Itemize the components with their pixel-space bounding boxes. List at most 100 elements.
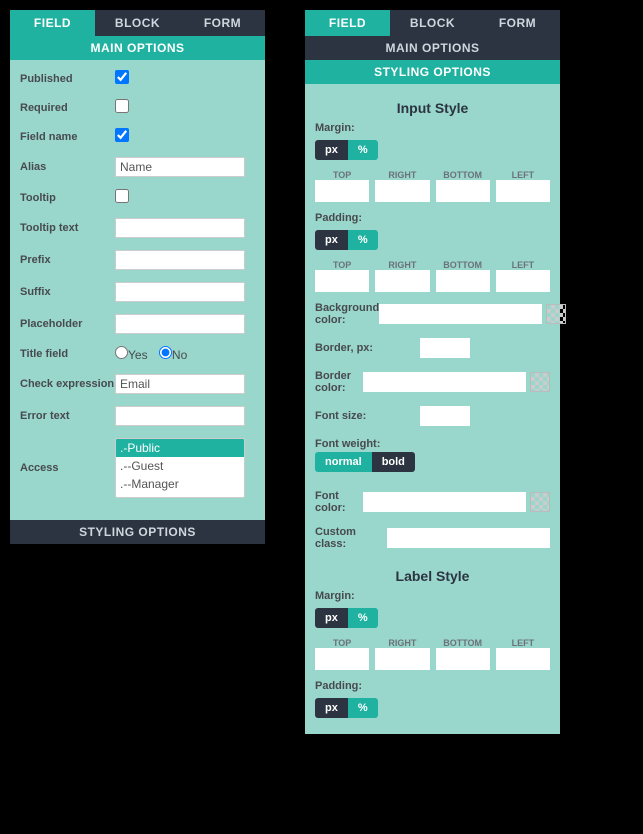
suffix-input[interactable]: [115, 282, 245, 302]
yes-label: Yes: [128, 348, 148, 362]
margin-right-input[interactable]: [375, 180, 429, 202]
tooltip-label: Tooltip: [20, 192, 115, 204]
published-label: Published: [20, 73, 115, 85]
fontsize-input[interactable]: [420, 406, 470, 426]
access-option-manager[interactable]: .--Manager: [116, 475, 244, 493]
label-padding-unit-pct[interactable]: %: [348, 698, 378, 718]
titlefield-label: Title field: [20, 348, 115, 360]
checkexpression-input[interactable]: [115, 374, 245, 394]
tooltip-checkbox[interactable]: [115, 189, 129, 203]
tab-block[interactable]: BLOCK: [95, 10, 180, 36]
required-label: Required: [20, 102, 115, 114]
tooltiptext-label: Tooltip text: [20, 222, 115, 234]
alias-label: Alias: [20, 161, 115, 173]
styling-body: Input Style Margin: px % TOP RIGHT BOTTO…: [305, 84, 560, 734]
access-option-administrator[interactable]: .---Administrator: [116, 493, 244, 498]
padding-unit-pct[interactable]: %: [348, 230, 378, 250]
main-options-collapsed[interactable]: MAIN OPTIONS: [305, 36, 560, 60]
margin-label: Margin:: [315, 122, 550, 134]
styling-options-collapsed[interactable]: STYLING OPTIONS: [10, 520, 265, 544]
bordercolor-input[interactable]: [363, 372, 526, 392]
fontweight-toggle: normal bold: [315, 452, 415, 472]
input-style-title: Input Style: [315, 94, 550, 122]
fontcolor-swatch[interactable]: [530, 492, 550, 512]
tab-block-right[interactable]: BLOCK: [390, 10, 475, 36]
errortext-input[interactable]: [115, 406, 245, 426]
margin-top-input[interactable]: [315, 180, 369, 202]
bgcolor-label: Background color:: [315, 302, 379, 326]
label-margin-unit-pct[interactable]: %: [348, 608, 378, 628]
bordercolor-swatch[interactable]: [530, 372, 550, 392]
fontcolor-input[interactable]: [363, 492, 526, 512]
margin-unit-toggle: px %: [315, 140, 378, 160]
main-options-body: Published Required Field name Alias Tool…: [10, 60, 265, 520]
no-label: No: [172, 348, 187, 362]
tab-form-right[interactable]: FORM: [475, 10, 560, 36]
margin-left-input[interactable]: [496, 180, 550, 202]
titlefield-no-radio[interactable]: [159, 346, 172, 359]
access-label: Access: [20, 462, 115, 474]
padding-unit-px[interactable]: px: [315, 230, 348, 250]
borderpx-label: Border, px:: [315, 342, 420, 354]
tab-field-right[interactable]: FIELD: [305, 10, 390, 36]
spacing-bottom-label: BOTTOM: [436, 170, 490, 180]
styling-options-header: STYLING OPTIONS: [305, 60, 560, 84]
fieldname-checkbox[interactable]: [115, 128, 129, 142]
access-listbox[interactable]: .-Public .--Guest .--Manager .---Adminis…: [115, 438, 245, 498]
checkexpression-label: Check expression: [20, 378, 115, 390]
fontweight-label: Font weight:: [315, 438, 550, 450]
tab-form[interactable]: FORM: [180, 10, 265, 36]
fontsize-label: Font size:: [315, 410, 420, 422]
margin-unit-pct[interactable]: %: [348, 140, 378, 160]
padding-right-input[interactable]: [375, 270, 429, 292]
label-margin-right-input[interactable]: [375, 648, 429, 670]
fontweight-bold[interactable]: bold: [372, 452, 415, 472]
errortext-label: Error text: [20, 410, 115, 422]
required-checkbox[interactable]: [115, 99, 129, 113]
placeholder-label: Placeholder: [20, 318, 115, 330]
padding-unit-toggle: px %: [315, 230, 378, 250]
main-options-header: MAIN OPTIONS: [10, 36, 265, 60]
padding-bottom-input[interactable]: [436, 270, 490, 292]
label-margin-label: Margin:: [315, 590, 550, 602]
access-option-public[interactable]: .-Public: [116, 439, 244, 457]
tooltiptext-input[interactable]: [115, 218, 245, 238]
prefix-label: Prefix: [20, 254, 115, 266]
prefix-input[interactable]: [115, 250, 245, 270]
label-padding-unit-px[interactable]: px: [315, 698, 348, 718]
tabs-right: FIELD BLOCK FORM: [305, 10, 560, 36]
label-padding-unit-toggle: px %: [315, 698, 378, 718]
access-option-guest[interactable]: .--Guest: [116, 457, 244, 475]
label-margin-top-input[interactable]: [315, 648, 369, 670]
label-margin-unit-px[interactable]: px: [315, 608, 348, 628]
spacing-left-label: LEFT: [496, 170, 550, 180]
customclass-label: Custom class:: [315, 526, 387, 550]
titlefield-yes-radio[interactable]: [115, 346, 128, 359]
bordercolor-label: Border color:: [315, 370, 363, 394]
bgcolor-swatch[interactable]: [546, 304, 566, 324]
published-checkbox[interactable]: [115, 70, 129, 84]
padding-top-input[interactable]: [315, 270, 369, 292]
placeholder-input[interactable]: [115, 314, 245, 334]
tab-field[interactable]: FIELD: [10, 10, 95, 36]
spacing-top-label: TOP: [315, 170, 369, 180]
fieldname-label: Field name: [20, 131, 115, 143]
alias-input[interactable]: [115, 157, 245, 177]
left-panel: FIELD BLOCK FORM MAIN OPTIONS Published …: [10, 10, 265, 824]
suffix-label: Suffix: [20, 286, 115, 298]
margin-bottom-input[interactable]: [436, 180, 490, 202]
borderpx-input[interactable]: [420, 338, 470, 358]
padding-left-input[interactable]: [496, 270, 550, 292]
fontweight-normal[interactable]: normal: [315, 452, 372, 472]
tabs: FIELD BLOCK FORM: [10, 10, 265, 36]
margin-unit-px[interactable]: px: [315, 140, 348, 160]
label-padding-label: Padding:: [315, 680, 550, 692]
label-margin-left-input[interactable]: [496, 648, 550, 670]
customclass-input[interactable]: [387, 528, 550, 548]
label-margin-unit-toggle: px %: [315, 608, 378, 628]
label-margin-bottom-input[interactable]: [436, 648, 490, 670]
fontcolor-label: Font color:: [315, 490, 363, 514]
right-panel: FIELD BLOCK FORM MAIN OPTIONS STYLING OP…: [305, 10, 560, 824]
spacing-right-label: RIGHT: [375, 170, 429, 180]
bgcolor-input[interactable]: [379, 304, 542, 324]
